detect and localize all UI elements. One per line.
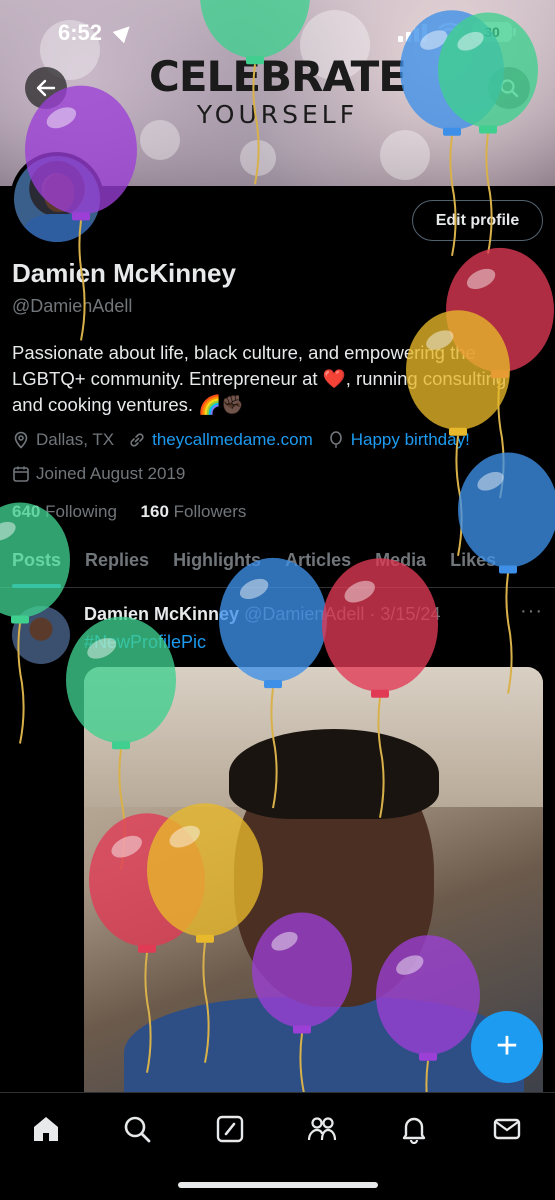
- compose-icon: [216, 1115, 244, 1143]
- tab-media[interactable]: Media: [363, 540, 438, 588]
- tab-articles[interactable]: Articles: [273, 540, 363, 588]
- nav-notifications[interactable]: [396, 1111, 432, 1147]
- post-more-button[interactable]: ···: [520, 600, 543, 623]
- profile-avatar[interactable]: [10, 152, 104, 246]
- status-time: 6:52: [58, 20, 103, 45]
- followers-count: 160: [140, 502, 169, 521]
- home-icon: [34, 1117, 58, 1141]
- edit-profile-button[interactable]: Edit profile: [412, 200, 543, 241]
- profile-bio: Passionate about life, black culture, an…: [12, 342, 507, 415]
- nav-search[interactable]: [119, 1111, 155, 1147]
- profile-joined-row: Joined August 2019: [12, 464, 185, 484]
- profile-search-button[interactable]: [488, 67, 530, 109]
- post-header: Damien McKinney @DamienAdell · 3/15/24: [84, 604, 440, 625]
- location-pin-icon: [14, 431, 28, 449]
- nav-compose[interactable]: [212, 1111, 248, 1147]
- communities-icon: [307, 1117, 337, 1141]
- link-icon: [130, 433, 144, 447]
- tab-posts[interactable]: Posts: [0, 540, 73, 588]
- post-date: · 3/15/24: [369, 604, 441, 624]
- cellular-signal-icon: [398, 24, 428, 42]
- post-author-avatar[interactable]: [12, 606, 70, 664]
- followers-link[interactable]: 160 Followers: [141, 502, 247, 521]
- profile-website-link[interactable]: theycallmedame.com: [152, 430, 313, 450]
- nav-communities[interactable]: [304, 1111, 340, 1147]
- profile-meta-row: Dallas, TX theycallmedame.com Happy birt…: [12, 430, 470, 450]
- search-icon: [124, 1116, 151, 1143]
- home-indicator: [178, 1182, 378, 1188]
- tab-highlights[interactable]: Highlights: [161, 540, 273, 588]
- follow-counts: 640 Following 160 Followers: [12, 502, 246, 522]
- calendar-icon: [13, 466, 29, 482]
- following-link[interactable]: 640 Following: [12, 502, 117, 521]
- balloon-icon: [329, 431, 342, 448]
- profile-joined-date: Joined August 2019: [36, 464, 186, 483]
- compose-fab-button[interactable]: +: [471, 1011, 543, 1083]
- profile-location: Dallas, TX: [36, 430, 115, 449]
- post-author-handle: @DamienAdell: [244, 604, 365, 624]
- profile-handle: @DamienAdell: [12, 296, 133, 316]
- notifications-icon: [402, 1117, 426, 1144]
- messages-icon: [493, 1118, 521, 1140]
- profile-tabs: Posts Replies Highlights Articles Media …: [0, 540, 555, 588]
- status-bar: 6:52 30: [0, 0, 555, 64]
- battery-indicator: 30: [472, 22, 516, 42]
- profile-name: Damien McKinney: [12, 258, 236, 288]
- post-author-name[interactable]: Damien McKinney: [84, 604, 239, 624]
- nav-messages[interactable]: [489, 1111, 525, 1147]
- arrow-left-icon: [36, 79, 56, 97]
- nav-home[interactable]: [28, 1111, 64, 1147]
- banner-subtitle: YOURSELF: [196, 100, 359, 129]
- tab-likes[interactable]: Likes: [438, 540, 508, 588]
- back-button[interactable]: [25, 67, 67, 109]
- location-arrow-icon: [112, 20, 136, 44]
- search-icon: [500, 79, 519, 98]
- post-hashtag[interactable]: #NewProfilePic: [84, 632, 206, 653]
- profile-birthday-link[interactable]: Happy birthday!: [351, 430, 470, 450]
- wifi-icon: [438, 22, 462, 40]
- followers-label: Followers: [173, 502, 247, 521]
- tab-replies[interactable]: Replies: [73, 540, 161, 588]
- following-label: Following: [45, 502, 117, 521]
- following-count: 640: [12, 502, 41, 521]
